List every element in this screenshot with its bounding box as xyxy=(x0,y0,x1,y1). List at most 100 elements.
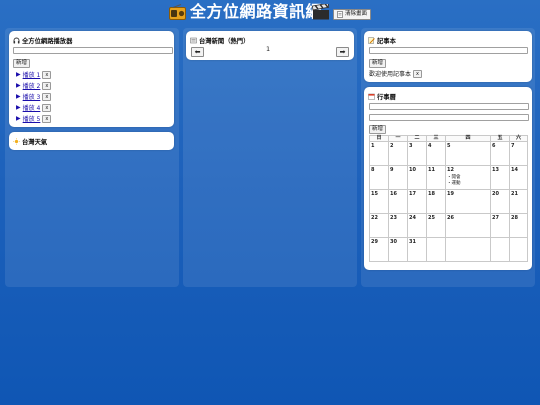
notepad-add-button[interactable]: 新增 xyxy=(369,59,387,68)
player-widget: 全方位網路播放器 新增 ▶ 播放 1 x ▶ 播放 2 x ▶ 播放 3 x ▶… xyxy=(9,31,174,127)
calendar-day-cell[interactable]: 5 xyxy=(445,141,491,166)
calendar-day-number: 19 xyxy=(447,191,454,197)
calendar-day-cell[interactable]: 23 xyxy=(388,213,408,238)
calendar-day-cell[interactable]: 25 xyxy=(426,213,446,238)
calendar-date-input[interactable] xyxy=(369,114,529,121)
calendar-day-number: 23 xyxy=(390,215,397,221)
calendar-day-cell[interactable]: 11 xyxy=(426,165,446,190)
calendar-day-cell[interactable]: 16 xyxy=(388,189,408,214)
calendar-day-cell[interactable]: 19 xyxy=(445,189,491,214)
calendar-day-cell[interactable]: 13 xyxy=(490,165,510,190)
calendar-day-cell[interactable]: 15 xyxy=(369,189,389,214)
calendar-day-number: 9 xyxy=(390,167,394,173)
play-arrow-icon: ▶ xyxy=(16,115,21,122)
play-arrow-icon: ▶ xyxy=(16,82,21,89)
calendar-day-cell[interactable]: 1 xyxy=(369,141,389,166)
calendar-day-cell[interactable]: 24 xyxy=(407,213,427,238)
calendar-body: 1 2 3 4 5 6 7 8 9 10 11 12 ・開會 ・運動 13 14 15 16 17 18 19 20 21 2… xyxy=(369,141,528,262)
calendar-day-number: 29 xyxy=(371,239,378,245)
player-item-link[interactable]: 播放 5 xyxy=(23,114,41,123)
top-bar: 全方位網路資訊網 清除畫面 xyxy=(0,0,540,26)
arrow-right-icon: ➡ xyxy=(339,48,346,56)
player-item-link[interactable]: 播放 2 xyxy=(23,81,41,90)
player-title-text: 全方位網路播放器 xyxy=(22,38,73,45)
clapperboard-icon xyxy=(312,4,330,20)
calendar-event[interactable]: ・運動 xyxy=(447,181,489,187)
calendar-day-number: 3 xyxy=(409,143,413,149)
calendar-day-cell[interactable]: 17 xyxy=(407,189,427,214)
calendar-day-cell[interactable] xyxy=(426,237,446,262)
calendar-day-number: 26 xyxy=(447,215,454,221)
calendar-day-cell[interactable]: 10 xyxy=(407,165,427,190)
calendar-week-row: 29 30 31 xyxy=(369,237,528,262)
calendar-day-number: 5 xyxy=(447,143,451,149)
calendar-day-cell[interactable]: 12 ・開會 ・運動 xyxy=(445,165,491,190)
calendar-day-cell[interactable]: 7 xyxy=(509,141,528,166)
news-prev-button[interactable]: ⬅ xyxy=(191,47,204,57)
clear-screen-label: 清除畫面 xyxy=(345,11,368,17)
calendar-day-number: 13 xyxy=(492,167,499,173)
calendar-day-number: 27 xyxy=(492,215,499,221)
calendar-day-number: 2 xyxy=(390,143,394,149)
calendar-day-number: 24 xyxy=(409,215,416,221)
calendar-day-cell[interactable]: 8 xyxy=(369,165,389,190)
calendar-day-cell[interactable]: 3 xyxy=(407,141,427,166)
player-item-link[interactable]: 播放 4 xyxy=(23,103,41,112)
weather-widget: 台灣天氣 xyxy=(9,132,174,150)
calendar-day-cell[interactable]: 9 xyxy=(388,165,408,190)
play-arrow-icon: ▶ xyxy=(16,93,21,100)
player-item: ▶ 播放 1 x xyxy=(16,70,52,79)
player-add-button[interactable]: 新增 xyxy=(13,59,31,68)
calendar-event-input[interactable] xyxy=(369,103,529,110)
notepad-input[interactable] xyxy=(369,47,528,54)
player-item: ▶ 播放 2 x xyxy=(16,81,52,90)
calendar-day-number: 14 xyxy=(511,167,518,173)
calendar-day-cell[interactable]: 31 xyxy=(407,237,427,262)
calendar-day-number: 7 xyxy=(511,143,515,149)
calendar-day-cell[interactable]: 14 xyxy=(509,165,528,190)
player-item-remove-button[interactable]: x xyxy=(42,70,52,79)
calendar-day-number: 4 xyxy=(428,143,432,149)
calendar-day-cell[interactable]: 30 xyxy=(388,237,408,262)
player-item-link[interactable]: 播放 3 xyxy=(23,92,41,101)
player-item-remove-button[interactable]: x xyxy=(42,103,52,112)
news-next-button[interactable]: ➡ xyxy=(336,47,349,57)
player-item-remove-button[interactable]: x xyxy=(42,92,52,101)
calendar-day-cell[interactable]: 21 xyxy=(509,189,528,214)
player-url-input[interactable] xyxy=(13,47,173,54)
player-item: ▶ 播放 5 x xyxy=(16,114,52,123)
calendar-day-cell[interactable]: 29 xyxy=(369,237,389,262)
calendar-day-number: 11 xyxy=(428,167,435,173)
player-item-remove-button[interactable]: x xyxy=(42,81,52,90)
calendar-event-list: ・開會 ・運動 xyxy=(447,175,489,187)
calendar-day-cell[interactable] xyxy=(509,237,528,262)
calendar-day-cell[interactable]: 28 xyxy=(509,213,528,238)
document-icon xyxy=(337,11,343,18)
news-title-text: 台灣新聞（熱門） xyxy=(199,38,250,45)
player-item-remove-button[interactable]: x xyxy=(42,114,52,123)
note-item-remove-button[interactable]: x xyxy=(413,69,423,78)
player-item-link[interactable]: 播放 1 xyxy=(23,70,41,79)
calendar-day-cell[interactable]: 20 xyxy=(490,189,510,214)
middle-column: 台灣新聞（熱門） ⬅ 1 ➡ xyxy=(183,28,357,287)
calendar-week-row: 1 2 3 4 5 6 7 xyxy=(369,141,528,166)
calendar-add-button[interactable]: 新增 xyxy=(369,125,387,134)
calendar-icon xyxy=(368,93,375,100)
weather-widget-title: 台灣天氣 xyxy=(13,137,47,146)
calendar-day-number: 30 xyxy=(390,239,397,245)
note-item: 歡迎使用記事本 x xyxy=(369,69,423,78)
calendar-day-cell[interactable] xyxy=(490,237,510,262)
calendar-day-cell[interactable]: 26 xyxy=(445,213,491,238)
calendar-day-cell[interactable]: 4 xyxy=(426,141,446,166)
calendar-day-cell[interactable]: 6 xyxy=(490,141,510,166)
calendar-day-cell[interactable] xyxy=(445,237,491,262)
calendar-day-number: 18 xyxy=(428,191,435,197)
calendar-day-number: 10 xyxy=(409,167,416,173)
calendar-day-number: 16 xyxy=(390,191,397,197)
calendar-day-cell[interactable]: 22 xyxy=(369,213,389,238)
calendar-day-cell[interactable]: 18 xyxy=(426,189,446,214)
headphones-icon xyxy=(13,37,20,44)
calendar-day-cell[interactable]: 27 xyxy=(490,213,510,238)
clear-screen-button[interactable]: 清除畫面 xyxy=(333,9,372,20)
calendar-day-cell[interactable]: 2 xyxy=(388,141,408,166)
